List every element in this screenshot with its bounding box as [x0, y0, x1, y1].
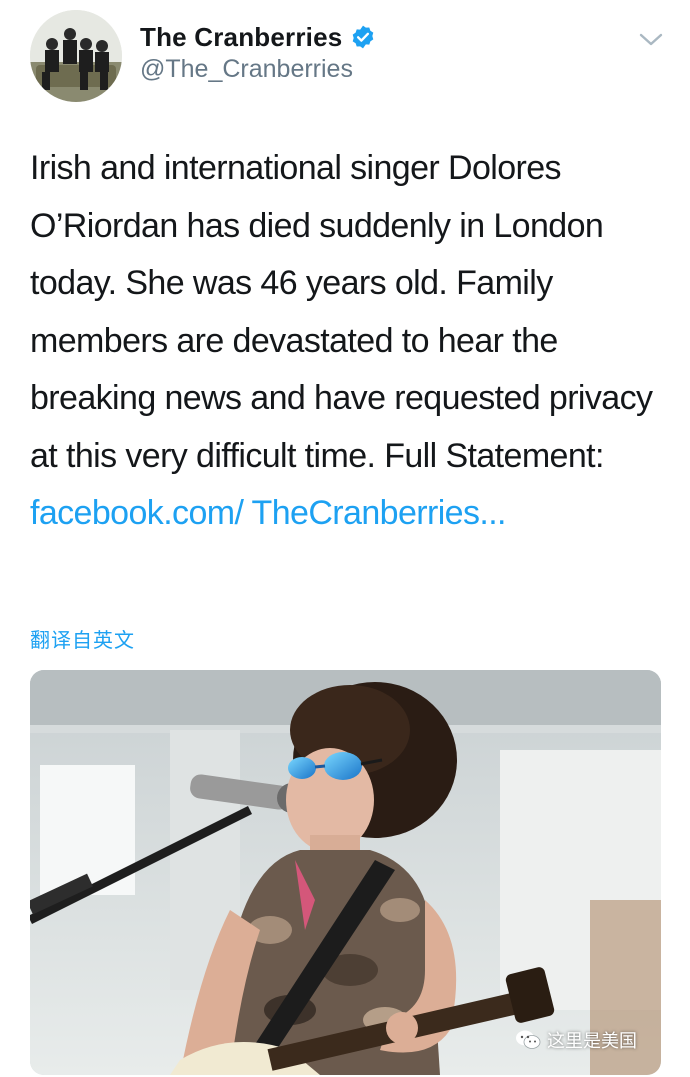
tweet-media-photo[interactable]: 这里是美国: [30, 670, 661, 1075]
concert-photo: [30, 670, 661, 1075]
author-row: The Cranberries: [140, 20, 376, 54]
tweet-text: Irish and international singer Dolores O…: [30, 140, 670, 543]
avatar[interactable]: [30, 10, 122, 102]
author-name[interactable]: The Cranberries: [140, 22, 342, 53]
chevron-down-icon[interactable]: [636, 26, 666, 52]
avatar-image: [30, 10, 122, 102]
author-handle[interactable]: @The_Cranberries: [140, 55, 353, 84]
verified-badge-icon: [350, 24, 376, 50]
watermark-text: 这里是美国: [547, 1031, 637, 1052]
tweet-link[interactable]: facebook.com/ TheCranberries...: [30, 494, 507, 532]
tweet-text-body: Irish and international singer Dolores O…: [30, 149, 653, 475]
translate-link[interactable]: 翻译自英文: [30, 624, 135, 653]
watermark: 这里是美国: [515, 1027, 637, 1053]
wechat-icon: [515, 1029, 541, 1051]
tweet-card: The Cranberries @The_Cranberries Irish a…: [0, 0, 690, 1077]
